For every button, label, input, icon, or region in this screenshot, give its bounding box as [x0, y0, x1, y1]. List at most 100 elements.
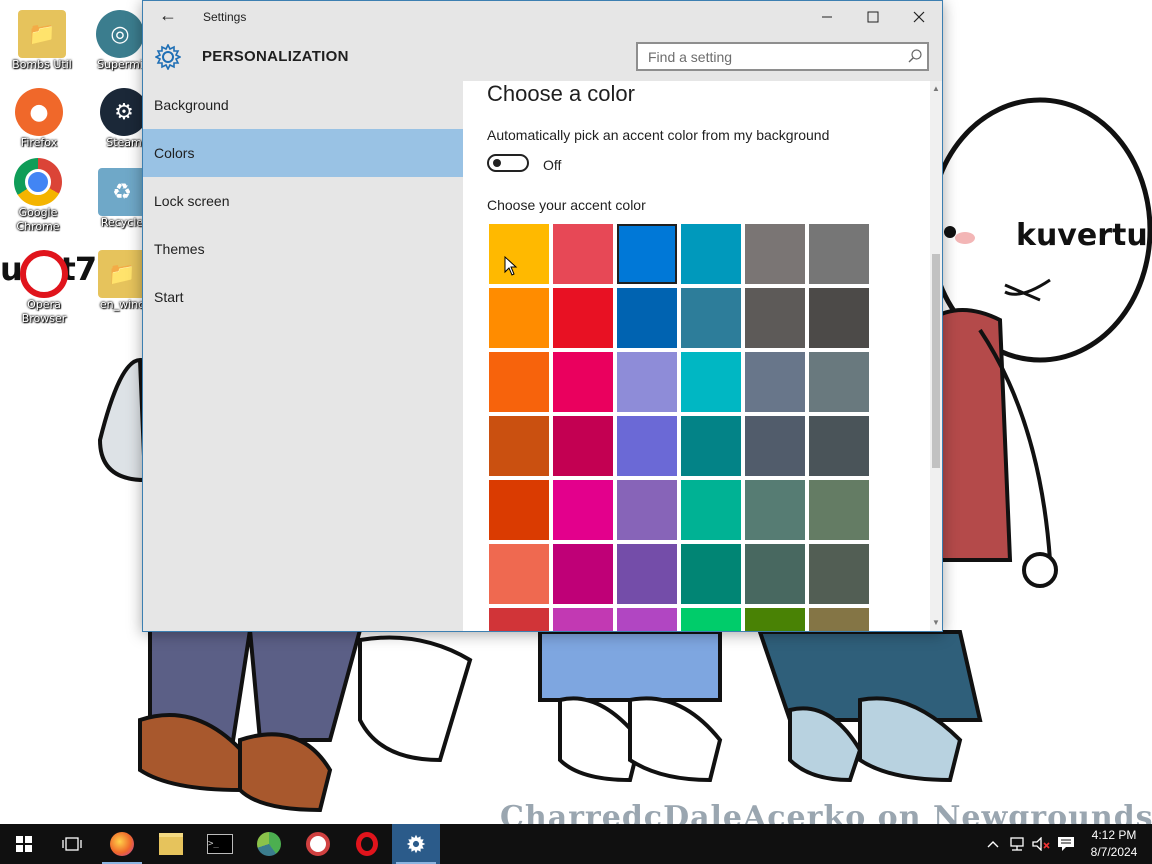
terminal-taskbar-button[interactable]: >_	[196, 824, 244, 864]
app-icon	[306, 832, 330, 856]
desktop-icon-google-chrome[interactable]: Google Chrome	[2, 158, 74, 234]
accent-color-swatch[interactable]	[489, 352, 549, 412]
accent-color-swatch[interactable]	[681, 352, 741, 412]
accent-color-swatch[interactable]	[553, 608, 613, 631]
page-title: PERSONALIZATION	[202, 48, 349, 65]
firefox-icon	[110, 832, 134, 856]
colors-content-pane: Choose a color Automatically pick an acc…	[463, 81, 930, 631]
chrome-icon	[14, 158, 62, 206]
opera-taskbar-button[interactable]	[343, 824, 391, 864]
accent-color-swatch[interactable]	[681, 224, 741, 284]
accent-color-swatch[interactable]	[553, 352, 613, 412]
minimize-button[interactable]	[804, 1, 850, 33]
supermium-icon	[257, 832, 281, 856]
close-button[interactable]	[896, 1, 942, 33]
auto-accent-toggle[interactable]	[487, 154, 529, 172]
accent-color-swatch[interactable]	[809, 608, 869, 631]
accent-color-swatch[interactable]	[809, 224, 869, 284]
accent-color-swatch[interactable]	[745, 608, 805, 631]
vertical-scrollbar[interactable]: ▲ ▼	[930, 81, 942, 631]
accent-color-swatch[interactable]	[489, 288, 549, 348]
accent-color-swatch[interactable]	[681, 544, 741, 604]
desktop-icon-bombs-util[interactable]: 📁 Bombs Util	[6, 10, 78, 72]
folder-icon: 📁	[18, 10, 66, 58]
accent-color-swatch[interactable]	[617, 288, 677, 348]
network-button[interactable]	[1006, 824, 1028, 864]
accent-color-swatch[interactable]	[617, 480, 677, 540]
window-title: Settings	[203, 10, 247, 24]
accent-color-swatch[interactable]	[745, 288, 805, 348]
accent-color-swatch[interactable]	[809, 544, 869, 604]
accent-color-swatch[interactable]	[553, 288, 613, 348]
settings-taskbar-button[interactable]	[392, 824, 440, 864]
accent-color-swatch[interactable]	[809, 480, 869, 540]
accent-color-swatch[interactable]	[489, 480, 549, 540]
clock[interactable]: 4:12 PM 8/7/2024	[1082, 827, 1146, 861]
settings-window: ← Settings PERSONALIZATION Background Co…	[142, 0, 943, 632]
sidebar-item-start[interactable]: Start	[143, 273, 463, 321]
supermium-icon: ◎	[96, 10, 144, 58]
accent-color-swatch[interactable]	[681, 480, 741, 540]
auto-accent-label: Automatically pick an accent color from …	[487, 127, 830, 143]
supermium-taskbar-button[interactable]	[245, 824, 293, 864]
clock-date: 8/7/2024	[1090, 845, 1138, 859]
desktop-icon-firefox[interactable]: ● Firefox	[3, 88, 75, 150]
start-button[interactable]	[0, 824, 48, 864]
sidebar-item-themes[interactable]: Themes	[143, 225, 463, 273]
gear-icon	[155, 44, 181, 70]
minimize-icon	[822, 16, 832, 18]
action-center-button[interactable]	[1054, 824, 1078, 864]
scroll-up-icon[interactable]: ▲	[930, 83, 942, 95]
accent-color-swatch[interactable]	[617, 416, 677, 476]
back-arrow-icon[interactable]: ←	[157, 5, 179, 27]
accent-color-swatch[interactable]	[553, 416, 613, 476]
clock-time: 4:12 PM	[1091, 828, 1137, 842]
task-view-button[interactable]	[48, 824, 96, 864]
accent-color-swatch[interactable]	[681, 288, 741, 348]
accent-color-swatch[interactable]	[745, 224, 805, 284]
desktop-icon-opera[interactable]: Opera Browser	[8, 250, 80, 326]
accent-color-swatch[interactable]	[617, 544, 677, 604]
maximize-icon	[867, 11, 879, 23]
file-explorer-taskbar-button[interactable]	[147, 824, 195, 864]
title-bar[interactable]: ← Settings	[143, 1, 942, 33]
opera-icon	[356, 832, 378, 856]
firefox-taskbar-button[interactable]	[98, 824, 146, 864]
accent-color-swatch[interactable]	[553, 224, 613, 284]
accent-color-swatch[interactable]	[809, 416, 869, 476]
accent-color-swatch[interactable]	[745, 352, 805, 412]
accent-color-swatch[interactable]	[809, 352, 869, 412]
accent-color-swatch[interactable]	[745, 480, 805, 540]
terminal-icon: >_	[207, 834, 233, 854]
search-icon[interactable]	[907, 48, 923, 64]
sidebar-item-lock-screen[interactable]: Lock screen	[143, 177, 463, 225]
accent-color-swatch[interactable]	[681, 416, 741, 476]
toggle-knob	[493, 159, 501, 167]
accent-color-swatch[interactable]	[553, 544, 613, 604]
volume-button[interactable]	[1030, 824, 1052, 864]
accent-color-swatch[interactable]	[745, 416, 805, 476]
accent-color-swatch[interactable]	[681, 608, 741, 631]
volume-muted-icon	[1032, 837, 1050, 851]
sidebar-item-colors[interactable]: Colors	[143, 129, 463, 177]
accent-color-swatch[interactable]	[809, 288, 869, 348]
sidebar-item-background[interactable]: Background	[143, 81, 463, 129]
accent-color-swatch[interactable]	[617, 608, 677, 631]
section-heading: Choose a color	[487, 81, 635, 106]
accent-color-swatch[interactable]	[489, 544, 549, 604]
search-input[interactable]	[636, 42, 929, 71]
accent-color-swatch[interactable]	[617, 224, 677, 284]
show-hidden-icons-button[interactable]	[984, 824, 1002, 864]
app-taskbar-button[interactable]	[294, 824, 342, 864]
scroll-down-icon[interactable]: ▼	[930, 617, 942, 629]
accent-color-swatch[interactable]	[745, 544, 805, 604]
accent-color-swatch[interactable]	[553, 480, 613, 540]
scrollbar-thumb[interactable]	[932, 254, 940, 468]
accent-color-swatch[interactable]	[617, 352, 677, 412]
toggle-state-label: Off	[543, 157, 562, 173]
maximize-button[interactable]	[850, 1, 896, 33]
accent-color-swatch[interactable]	[489, 608, 549, 631]
accent-color-swatch[interactable]	[489, 224, 549, 284]
opera-icon	[20, 250, 68, 298]
accent-color-swatch[interactable]	[489, 416, 549, 476]
